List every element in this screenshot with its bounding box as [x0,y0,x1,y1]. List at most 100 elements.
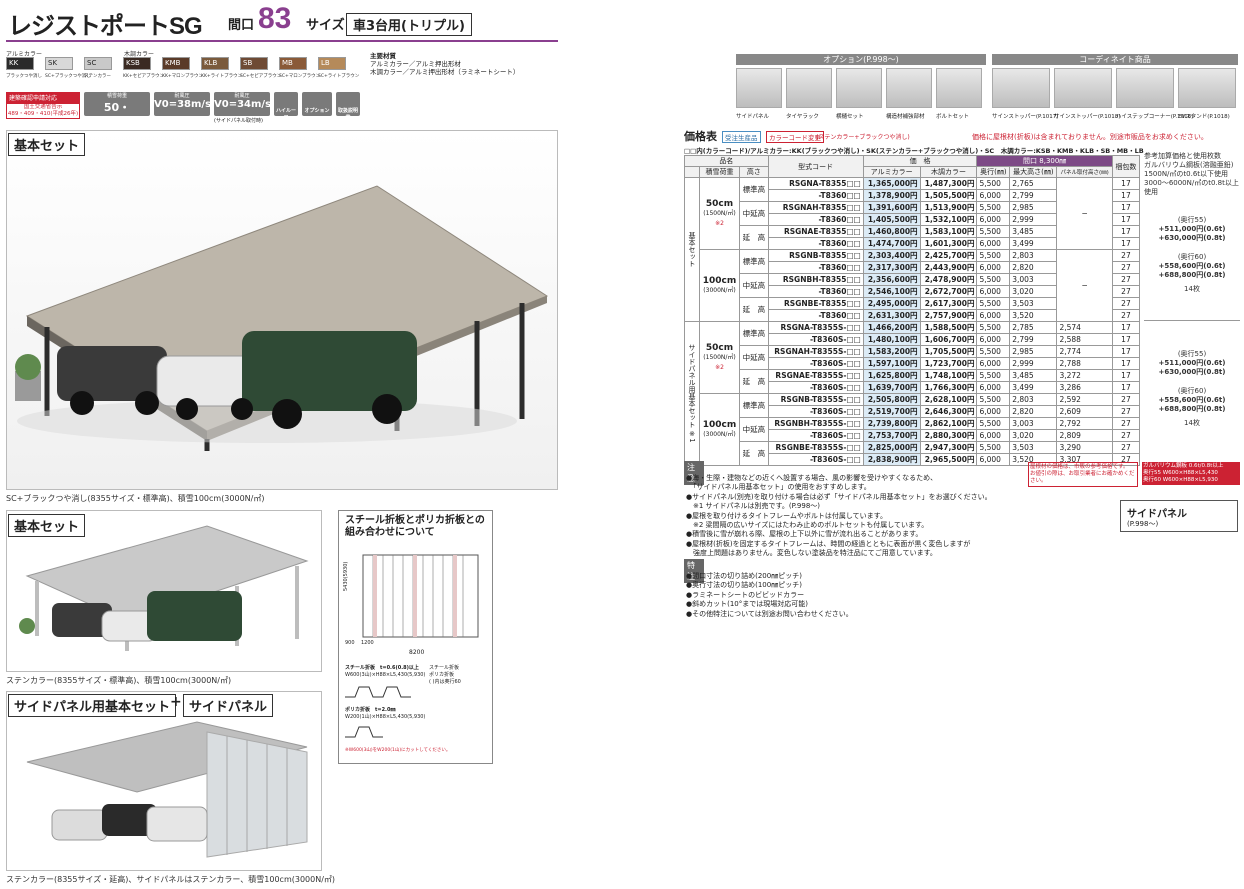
ref-a6: +688,800円(0.8t) [1158,271,1226,279]
row-depth: 6,000 [976,261,1011,274]
th-wood: 木調カラー [919,166,978,178]
row-depth: 5,500 [976,417,1011,430]
row-pack: 27 [1111,309,1141,322]
carport-illustration [15,185,549,451]
row-price-wood: 2,617,300円 [919,297,978,310]
swatch-caption: SC+セピアブラウン [240,74,282,79]
carport-sidepanel-illustration [26,721,308,858]
row-depth: 6,000 [976,189,1011,202]
row-max-height: 3,485 [1009,225,1058,238]
option-thumbnail-caption: 横樋セット [836,114,864,120]
row-code: RSGNAH-T8355S-□□ [767,345,864,358]
row-pack: 27 [1111,429,1141,442]
option-thumbnail-caption: サイドパネル [736,114,770,120]
row-max-height: 2,820 [1009,405,1058,418]
row-price-alumi: 1,378,900円 [862,189,921,202]
row-price-wood: 2,965,500円 [919,453,978,466]
materials-head: 主要材質 [370,52,396,60]
wind-label-1: 耐風圧 [174,93,190,99]
row-panel-height: 2,792 [1056,417,1113,430]
row-price-alumi: 2,317,300円 [862,261,921,274]
row-price-wood: 1,705,500円 [919,345,978,358]
row-pack: 27 [1111,249,1141,262]
main-photo-caption: SC+ブラックつや消し(8355サイズ・標準高)、積雪100cm(3000N/㎡… [6,494,265,503]
row-pack: 17 [1111,333,1141,346]
row-code: -T8360S-□□ [767,429,864,442]
page-title: レジストポートSG [8,13,203,40]
row-price-alumi: 1,474,700円 [862,237,921,250]
row-depth: 6,000 [976,285,1011,298]
swatch-caption: SC+マロンブラウン [279,74,321,79]
ref-top: 参考加算価格と使用枚数 ガルバリウム鋼板(溶融亜鉛) 1500N/㎡のt0.6t… [1144,152,1240,197]
swatch-caption: ブラックつや消し [6,74,42,79]
wind-badge-2: 耐風圧 V0=34m/s [214,92,271,116]
table-row: 延 高 RSGNAE-T8355S-□□ 1,625,800円 1,748,100円 5… [685,369,1141,394]
roof-not-included-note: 価格に屋根材(折板)は含まれておりません。別途市販品をお求めください。 [972,133,1208,141]
ref-a4: (奥行60) [1177,253,1207,261]
row-panel-height: 2,592 [1056,393,1113,406]
row-price-wood: 2,646,300円 [919,405,978,418]
th-maxh: 最大高さ(㎜) [1009,166,1058,178]
row-max-height: 3,003 [1009,417,1058,430]
row-price-alumi: 1,405,500円 [862,213,921,226]
row-price-wood: 2,443,900円 [919,261,978,274]
row-panel-height: 2,809 [1056,429,1113,442]
maguchi-label: 間口 [228,18,255,33]
swatch-lb: LB [318,57,346,70]
row-code: -T8360S-□□ [767,357,864,370]
row-panel-height: 3,286 [1056,381,1113,394]
row-height: 延 高 [739,441,769,466]
row-price-wood: 1,588,500円 [919,321,978,334]
steel-poly-box: スチール折板とポリカ折板との 組み合わせについて 900 1200 8200 5… [338,510,493,764]
row-pack: 27 [1111,297,1141,310]
special-list: ●間口寸法の切り詰め(200㎜ピッチ) ●奥行寸法の切り詰め(100㎜ピッチ) ●ラ… [686,572,853,619]
row-price-alumi: 1,625,800円 [862,369,921,382]
row-depth: 6,000 [976,453,1011,466]
th-alumi: アルミカラー [862,166,921,178]
swatch-sc: SC [84,57,112,70]
steel-spec-line: スチール折板 t=0.6(0.8)以上 [345,665,419,671]
row-code: RSGNAE-T8355□□ [767,225,864,238]
row-pack: 17 [1111,177,1141,190]
option-thumbnail-caption: サインストッパー(P.1017) [992,114,1059,120]
ref-block-2: (奥行55) +511,000円(0.6t) +630,000円(0.8t) (… [1144,350,1240,428]
highroof-badge: ハイルーフ [274,92,298,121]
row-panel-height: 2,788 [1056,357,1113,370]
kihon-set-label: 基本セット [8,133,86,156]
row-depth: 6,000 [976,381,1011,394]
swatch-caption: SC+ライトブラウン [318,74,360,79]
row-max-height: 3,499 [1009,381,1058,394]
row-code: -T8360S-□□ [767,333,864,346]
dim-900: 900 [345,640,355,646]
row-price-alumi: 1,460,800円 [862,225,921,238]
row-pack: 17 [1111,189,1141,202]
row-price-wood: 2,425,700円 [919,249,978,262]
row-max-height: 3,499 [1009,237,1058,250]
option-thumbnail-caption: サインストッパー(P.1018) [1054,114,1121,120]
row-depth: 6,000 [976,357,1011,370]
row-height: 延 高 [739,369,769,394]
row-max-height: 3,520 [1009,309,1058,322]
table-row: 延 高 RSGNBE-T8355S-□□ 2,825,000円 2,947,300円 5… [685,441,1141,466]
ref-b4: (奥行60) [1177,387,1207,395]
side-set-label: サイドパネル用基本セット [8,694,177,717]
row-max-height: 3,020 [1009,285,1058,298]
dim-side: 5430(5930) [343,561,349,591]
option-thumbnail [736,68,782,108]
steel-cut-note: ※W600(3山)をW200(1山)にカットしてください。 [345,748,451,753]
row-height: 延 高 [739,297,769,322]
row-max-height: 2,999 [1009,357,1058,370]
row-height: 中延高 [739,345,769,370]
row-max-height: 2,799 [1009,333,1058,346]
dim-1200: 1200 [361,640,374,646]
row-code: -T8360□□ [767,213,864,226]
option-thumbnail-caption: EVスタンド(P.1018) [1178,114,1230,120]
row-depth: 5,500 [976,393,1011,406]
swatch-caption: ステンカラー [84,74,111,79]
row-price-wood: 1,532,100円 [919,213,978,226]
row-max-height: 2,765 [1009,177,1058,190]
poly-spec: ポリカ折板 t=2.0㎜ W200(1山)×H88×L5,430(5,930) [345,707,425,721]
row-height: 標準高 [739,249,769,274]
row-price-alumi: 2,838,900円 [862,453,921,466]
table-row: 中延高 RSGNBH-T8355S-□□ 2,739,800円 2,862,100円 5… [685,417,1141,442]
